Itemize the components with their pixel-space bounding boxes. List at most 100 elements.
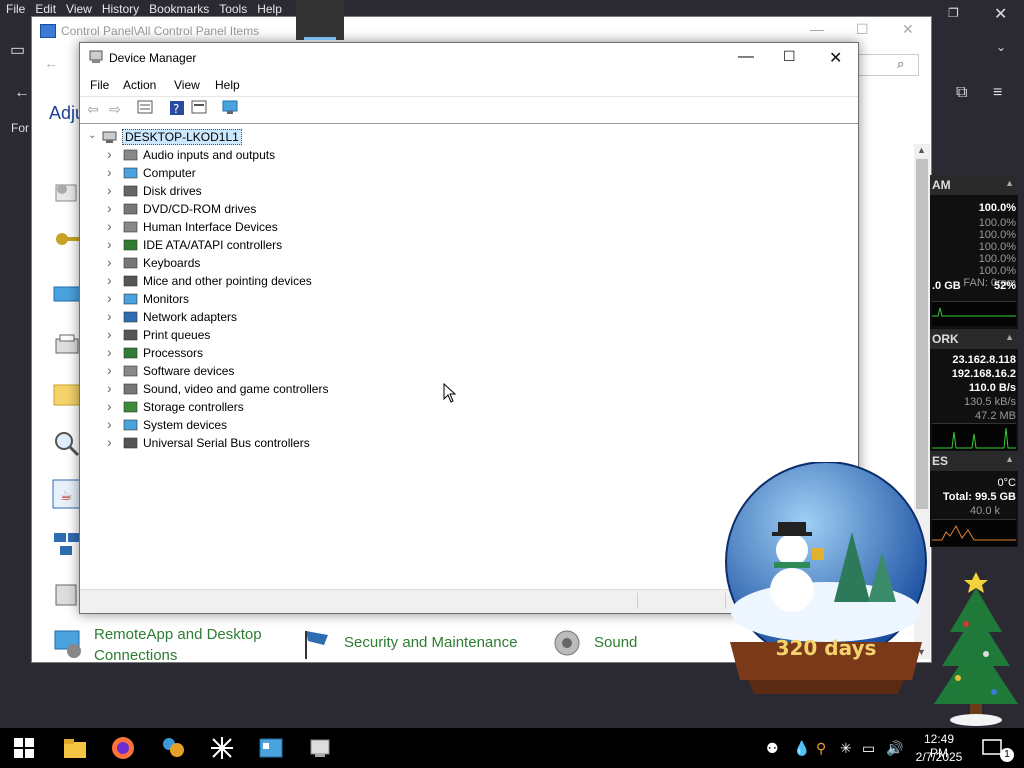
device-category-row[interactable]: › DVD/CD-ROM drives <box>80 200 858 218</box>
keys-icon[interactable] <box>52 227 82 257</box>
clock-date[interactable]: 2/7/2025 <box>914 750 964 764</box>
bg-menu-help[interactable]: Help <box>257 2 282 16</box>
bg-menu-tools[interactable]: Tools <box>219 2 247 16</box>
device-category-row[interactable]: › Disk drives <box>80 182 858 200</box>
bg-menu-icon[interactable]: ≡ <box>993 84 1002 102</box>
security-maintenance-link[interactable]: Security and Maintenance <box>344 634 517 651</box>
folder-icon[interactable] <box>52 379 82 409</box>
device-category-row[interactable]: › IDE ATA/ATAPI controllers <box>80 236 858 254</box>
bg-menu-file[interactable]: File <box>6 2 25 16</box>
tab-list-icon[interactable]: ▭ <box>10 40 25 60</box>
cp-scrollbar-thumb[interactable] <box>916 159 928 509</box>
sparkle-tray-icon[interactable]: ✳ <box>840 740 852 757</box>
tree-root[interactable]: ⌄ DESKTOP-LKOD1L1 <box>80 128 858 146</box>
device-category-row[interactable]: › Computer <box>80 164 858 182</box>
speaker-icon[interactable] <box>552 627 586 661</box>
collapsed-chevron-icon[interactable]: › <box>107 398 112 414</box>
windows-start-icon[interactable] <box>12 736 38 760</box>
bg-restore-icon[interactable]: ❐ <box>948 6 959 20</box>
menu-view[interactable]: View <box>174 78 200 92</box>
drop-tray-icon[interactable]: 💧 <box>793 740 810 757</box>
collapsed-chevron-icon[interactable]: › <box>107 272 112 288</box>
collapsed-chevron-icon[interactable]: › <box>107 380 112 396</box>
bg-menu-view[interactable]: View <box>66 2 92 16</box>
collapsed-chevron-icon[interactable]: › <box>107 290 112 306</box>
network-tray-icon[interactable]: ▭ <box>862 740 875 757</box>
file-explorer-icon[interactable] <box>62 736 88 760</box>
device-manager-icon[interactable] <box>307 736 333 760</box>
cp-maximize-icon[interactable]: ☐ <box>856 21 869 38</box>
device-category-row[interactable]: › Human Interface Devices <box>80 218 858 236</box>
people-tray-icon[interactable]: ⚉ <box>766 740 779 757</box>
device-category-row[interactable]: › Network adapters <box>80 308 858 326</box>
java-icon[interactable]: ☕ <box>52 479 82 509</box>
close-icon[interactable]: ✕ <box>829 48 842 68</box>
sound-link[interactable]: Sound <box>594 634 637 651</box>
collapsed-chevron-icon[interactable]: › <box>107 344 112 360</box>
computer-name-label[interactable]: DESKTOP-LKOD1L1 <box>122 129 242 145</box>
search-tray-icon[interactable]: ⚲ <box>816 740 826 757</box>
collapsed-chevron-icon[interactable]: › <box>107 218 112 234</box>
bg-extensions-icon[interactable]: ⧉ <box>956 84 967 102</box>
bg-menu-bookmarks[interactable]: Bookmarks <box>149 2 209 16</box>
device-category-row[interactable]: › Mice and other pointing devices <box>80 272 858 290</box>
device-category-row[interactable]: › System devices <box>80 416 858 434</box>
bg-close-icon[interactable]: ✕ <box>994 4 1007 24</box>
scan-hardware-icon[interactable] <box>222 100 240 118</box>
forward-arrow-icon[interactable]: ⇨ <box>106 100 124 118</box>
device-category-row[interactable]: › Sound, video and game controllers <box>80 380 858 398</box>
magnifier-icon[interactable] <box>52 429 82 459</box>
bg-menu-edit[interactable]: Edit <box>35 2 56 16</box>
volume-tray-icon[interactable]: 🔊 <box>886 740 903 757</box>
device-category-row[interactable]: › Print queues <box>80 326 858 344</box>
device-category-row[interactable]: › Universal Serial Bus controllers <box>80 434 858 452</box>
collapsed-chevron-icon[interactable]: › <box>107 434 112 450</box>
help-icon[interactable]: ? <box>168 100 186 118</box>
device-category-row[interactable]: › Storage controllers <box>80 398 858 416</box>
remoteapp-link[interactable]: RemoteApp and Desktop Connections <box>94 624 284 666</box>
collapsed-chevron-icon[interactable]: › <box>107 182 112 198</box>
maximize-icon[interactable]: ☐ <box>783 48 796 65</box>
collapsed-chevron-icon[interactable]: › <box>107 308 112 324</box>
bg-chevron-down-icon[interactable]: ⌄ <box>996 40 1006 54</box>
expanded-chevron-icon[interactable]: ⌄ <box>88 130 96 141</box>
device-category-row[interactable]: › Monitors <box>80 290 858 308</box>
menu-file[interactable]: File <box>90 78 109 92</box>
network-computers-icon[interactable] <box>52 529 82 559</box>
bg-back-arrow-icon[interactable]: ← <box>14 84 30 102</box>
remoteapp-icon[interactable] <box>52 627 86 661</box>
device-category-row[interactable]: › Audio inputs and outputs <box>80 146 858 164</box>
hardware-icon[interactable] <box>52 579 82 609</box>
collapsed-chevron-icon[interactable]: › <box>107 254 112 270</box>
collapsed-chevron-icon[interactable]: › <box>107 362 112 378</box>
device-category-row[interactable]: › Keyboards <box>80 254 858 272</box>
back-arrow-icon[interactable]: ⇦ <box>84 100 102 118</box>
properties-icon[interactable] <box>136 100 154 118</box>
search-icon[interactable]: ⌕ <box>897 56 904 72</box>
system-settings-icon[interactable] <box>52 179 82 209</box>
menu-action[interactable]: Action <box>123 78 156 92</box>
collapsed-chevron-icon[interactable]: › <box>107 236 112 252</box>
printer-icon[interactable] <box>52 331 82 361</box>
update-driver-icon[interactable] <box>190 100 208 118</box>
device-category-row[interactable]: › Software devices <box>80 362 858 380</box>
collapsed-chevron-icon[interactable]: › <box>107 326 112 342</box>
bg-menu-history[interactable]: History <box>102 2 139 16</box>
control-panel-icon[interactable] <box>258 736 284 760</box>
scroll-up-icon[interactable]: ▲ <box>917 145 926 155</box>
collapsed-chevron-icon[interactable]: › <box>107 416 112 432</box>
cp-back-icon[interactable]: ← <box>44 55 58 71</box>
sparkle-app-icon[interactable] <box>209 736 235 760</box>
collapsed-chevron-icon[interactable]: › <box>107 146 112 162</box>
security-flag-icon[interactable] <box>300 627 334 661</box>
firefox-icon[interactable] <box>110 736 136 760</box>
menu-help[interactable]: Help <box>215 78 240 92</box>
device-category-row[interactable]: › Processors <box>80 344 858 362</box>
collapsed-chevron-icon[interactable]: › <box>107 164 112 180</box>
cp-close-icon[interactable]: ✕ <box>902 21 914 38</box>
keyboard-icon[interactable] <box>52 279 82 309</box>
collapsed-chevron-icon[interactable]: › <box>107 200 112 216</box>
cp-minimize-icon[interactable]: — <box>810 21 824 37</box>
minimize-icon[interactable]: — <box>738 48 754 66</box>
app-icon[interactable] <box>160 736 186 760</box>
